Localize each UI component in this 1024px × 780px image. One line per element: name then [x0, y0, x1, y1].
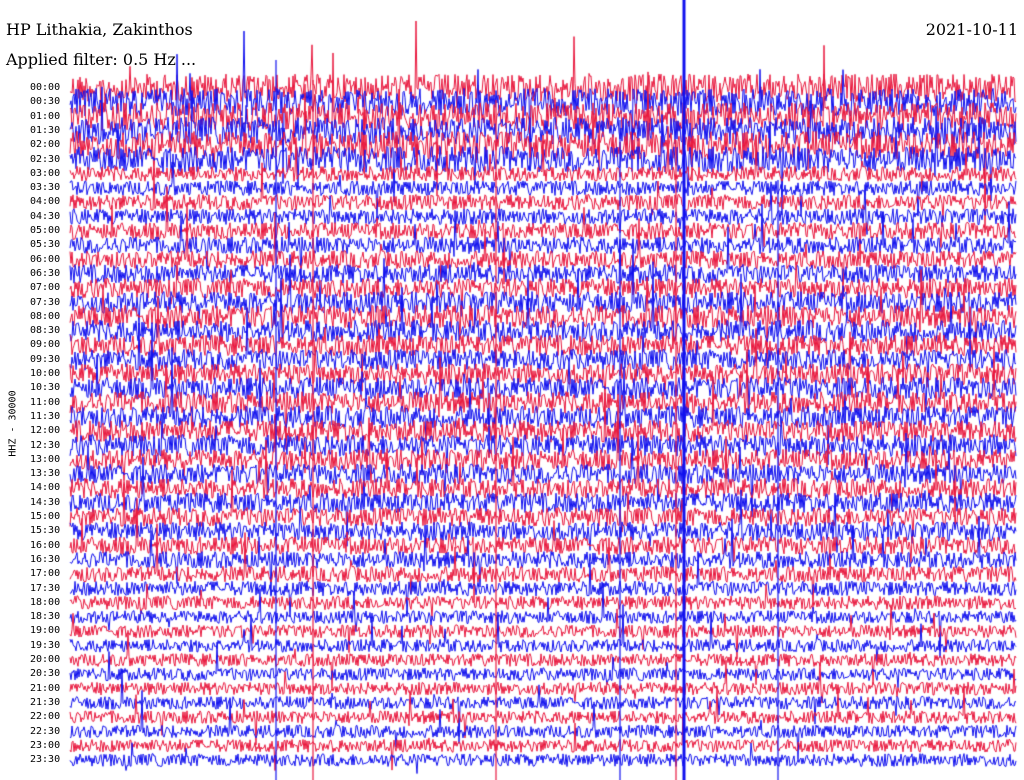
row-label: 10:00	[30, 368, 61, 379]
row-label: 01:30	[30, 124, 61, 136]
row-label: 23:00	[30, 739, 61, 751]
row-label: 20:30	[30, 668, 61, 680]
row-label: 21:30	[30, 696, 61, 708]
filter-label: Applied filter: 0.5 Hz ...	[6, 50, 197, 69]
row-label: 19:00	[30, 625, 61, 637]
row-label: 00:30	[30, 96, 61, 108]
row-label: 16:00	[30, 539, 61, 551]
row-label: 17:00	[30, 568, 61, 580]
channel-label: HHZ - 30000	[7, 390, 19, 457]
row-label: 14:30	[30, 496, 61, 508]
row-label: 04:30	[30, 210, 61, 222]
row-label: 12:00	[30, 425, 61, 437]
row-label: 06:30	[30, 267, 61, 279]
row-label: 10:30	[30, 382, 61, 394]
row-label: 15:00	[30, 511, 61, 522]
station-title: HP Lithakia, Zakinthos	[6, 20, 193, 39]
row-label: 01:00	[30, 110, 61, 122]
row-label: 09:30	[30, 353, 61, 365]
row-label: 02:30	[30, 153, 61, 165]
record-date: 2021-10-11	[925, 20, 1018, 39]
row-label: 21:00	[30, 682, 61, 694]
row-label: 14:00	[30, 482, 61, 494]
row-label: 22:30	[30, 725, 61, 737]
row-label: 00:00	[30, 82, 61, 93]
row-label: 16:30	[30, 553, 61, 565]
row-label: 08:00	[30, 310, 61, 322]
row-label: 22:00	[30, 711, 61, 723]
row-label: 05:00	[30, 225, 61, 236]
row-label: 18:00	[30, 596, 61, 608]
row-label: 03:30	[30, 182, 61, 194]
row-label: 04:00	[30, 196, 61, 208]
row-label: 15:30	[30, 525, 61, 537]
row-label: 13:30	[30, 468, 61, 480]
row-label: 11:30	[30, 410, 61, 422]
row-label: 20:00	[30, 654, 61, 665]
row-label: 06:00	[30, 253, 61, 265]
row-label: 12:30	[30, 439, 61, 451]
row-label: 07:30	[30, 296, 61, 308]
row-label: 17:30	[30, 582, 61, 594]
row-label: 09:00	[30, 339, 61, 351]
row-label: 18:30	[30, 611, 61, 623]
row-label: 02:00	[30, 139, 61, 151]
row-label: 11:00	[30, 396, 61, 408]
row-label: 03:00	[30, 167, 61, 179]
row-label: 19:30	[30, 639, 61, 651]
seismogram-plot	[0, 0, 1024, 780]
row-label: 08:30	[30, 325, 61, 337]
row-label: 05:30	[30, 239, 61, 251]
row-label: 07:00	[30, 282, 61, 294]
row-label: 13:00	[30, 453, 61, 465]
row-label: 23:30	[30, 754, 61, 766]
